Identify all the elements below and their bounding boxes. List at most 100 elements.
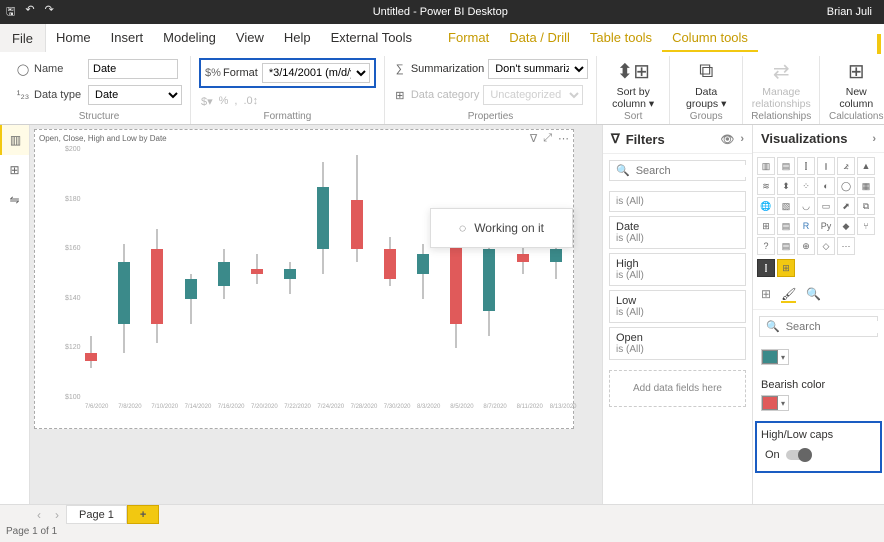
new-page-button[interactable]: + <box>127 505 159 524</box>
viz-paginated-icon[interactable]: ▤ <box>777 237 795 255</box>
viz-filled-map-icon[interactable]: ▧ <box>777 197 795 215</box>
tab-view[interactable]: View <box>226 24 274 52</box>
format-select[interactable]: *3/14/2001 (m/d/yyy <box>262 63 370 83</box>
new-column-button[interactable]: ⊞ Newcolumn <box>828 56 884 111</box>
format-tab-icon[interactable]: 🖌 <box>781 287 796 303</box>
report-canvas[interactable]: Open, Close, High and Low by Date ∇ ⤢ ⋯ … <box>30 125 602 504</box>
viz-clustered-column-icon[interactable]: ⫾ <box>817 157 835 175</box>
report-view-icon: ▥ <box>10 133 21 147</box>
status-text: Page 1 of 1 <box>6 526 57 537</box>
viz-card-icon[interactable]: ▭ <box>817 197 835 215</box>
tab-home[interactable]: Home <box>46 24 101 52</box>
currency-icon[interactable]: $▾ <box>201 95 213 108</box>
viz-waterfall-icon[interactable]: ⬍ <box>777 177 795 195</box>
viz-python-icon[interactable]: Py <box>817 217 835 235</box>
page-prev-button[interactable]: ‹ <box>30 508 48 522</box>
focus-mode-icon[interactable]: ⤢ <box>543 132 552 145</box>
tab-modeling[interactable]: Modeling <box>153 24 226 52</box>
comma-icon[interactable]: , <box>234 95 237 107</box>
tab-insert[interactable]: Insert <box>101 24 154 52</box>
filter-dropzone[interactable]: Add data fields here <box>609 370 746 407</box>
viz-pie-icon[interactable]: ◐ <box>817 177 835 195</box>
viz-custom-icon[interactable]: ⊞ <box>777 259 795 277</box>
summarization-select[interactable]: Don't summarize <box>488 59 588 79</box>
viz-decomposition-icon[interactable]: ⑂ <box>857 217 875 235</box>
analytics-tab-icon[interactable]: 🔍 <box>806 287 821 303</box>
file-tab[interactable]: File <box>0 24 46 52</box>
data-groups-button[interactable]: ⧉ Datagroups ▾ <box>678 56 734 111</box>
viz-key-influencers-icon[interactable]: ◆ <box>837 217 855 235</box>
filter-card[interactable]: is (All) <box>609 191 746 212</box>
data-view-icon: ⊞ <box>9 163 19 177</box>
tab-table-tools[interactable]: Table tools <box>580 24 662 52</box>
viz-search-input[interactable] <box>786 321 884 333</box>
tab-format[interactable]: Format <box>438 24 499 52</box>
viz-qa-icon[interactable]: ? <box>757 237 775 255</box>
percent-icon[interactable]: % <box>219 95 229 107</box>
manage-relationships-button: ⇄ Managerelationships <box>753 56 809 111</box>
filter-icon[interactable]: ∇ <box>530 132 537 145</box>
tab-column-tools[interactable]: Column tools <box>662 24 758 52</box>
filters-icon: ∇ <box>611 131 620 147</box>
viz-clustered-bar-icon[interactable]: ▤ <box>777 157 795 175</box>
x-axis-label: 7/24/2020 <box>317 404 347 410</box>
viz-r-script-icon[interactable]: R <box>797 217 815 235</box>
filters-collapse-icon[interactable]: › <box>740 133 744 145</box>
sort-by-column-button[interactable]: ⬍⊞ Sort bycolumn ▾ <box>605 56 661 111</box>
viz-scatter-icon[interactable]: ⁘ <box>797 177 815 195</box>
y-axis-label: $200 <box>65 146 81 153</box>
viz-line-icon[interactable]: ⦨ <box>837 157 855 175</box>
tab-external-tools[interactable]: External Tools <box>321 24 422 52</box>
viz-gauge-icon[interactable]: ◡ <box>797 197 815 215</box>
groups-group-label: Groups <box>690 111 723 124</box>
viz-map-icon[interactable]: 🌐 <box>757 197 775 215</box>
model-view-button[interactable]: ⇋ <box>0 185 29 215</box>
viz-kpi-icon[interactable]: ⬈ <box>837 197 855 215</box>
save-icon[interactable]: 🖫 <box>6 3 15 22</box>
page-next-button[interactable]: › <box>48 508 66 522</box>
fields-tab-icon[interactable]: ⊞ <box>761 287 771 303</box>
tab-data-drill[interactable]: Data / Drill <box>499 24 580 52</box>
bearish-color-picker[interactable]: ▾ <box>761 395 789 411</box>
datatype-select[interactable]: Date <box>88 85 182 105</box>
user-name[interactable]: Brian Juli <box>827 6 878 18</box>
viz-matrix-icon[interactable]: ▤ <box>777 217 795 235</box>
viz-table-icon[interactable]: ⊞ <box>757 217 775 235</box>
x-axis-label: 8/3/2020 <box>417 404 447 410</box>
viz-area-icon[interactable]: ▲ <box>857 157 875 175</box>
page-tab-1[interactable]: Page 1 <box>66 505 127 524</box>
redo-icon[interactable]: ↷ <box>45 3 54 22</box>
candlestick-visual[interactable]: Open, Close, High and Low by Date ∇ ⤢ ⋯ … <box>34 129 574 429</box>
bullish-color-picker[interactable]: ▾ <box>761 349 789 365</box>
filter-field-name: High <box>616 258 739 270</box>
filters-view-icon[interactable]: 👁 <box>720 133 734 146</box>
viz-donut-icon[interactable]: ◯ <box>837 177 855 195</box>
data-view-button[interactable]: ⊞ <box>0 155 29 185</box>
viz-more-icon[interactable]: ⋯ <box>837 237 855 255</box>
filter-card[interactable]: Dateis (All) <box>609 216 746 249</box>
viz-stacked-bar-icon[interactable]: ▥ <box>757 157 775 175</box>
visualizations-collapse-icon[interactable]: › <box>872 133 876 145</box>
format-icon: $% <box>205 67 219 79</box>
relationships-group-label: Relationships <box>751 111 811 124</box>
decimals-icon[interactable]: .0↕ <box>243 95 258 107</box>
viz-candlestick-icon[interactable]: ⫿ <box>757 259 775 277</box>
filter-card[interactable]: Highis (All) <box>609 253 746 286</box>
undo-icon[interactable]: ↶ <box>25 3 34 22</box>
more-options-icon[interactable]: ⋯ <box>558 132 569 145</box>
filter-card[interactable]: Lowis (All) <box>609 290 746 323</box>
filters-search[interactable]: 🔍 <box>609 160 746 181</box>
report-view-button[interactable]: ▥ <box>0 125 29 155</box>
highlow-caps-toggle[interactable] <box>786 450 810 460</box>
viz-powerapps-icon[interactable]: ◇ <box>817 237 835 255</box>
bearish-color-section: Bearish color ▾ <box>753 373 884 419</box>
viz-stacked-column-icon[interactable]: ⫿ <box>797 157 815 175</box>
filter-card[interactable]: Openis (All) <box>609 327 746 360</box>
tab-help[interactable]: Help <box>274 24 321 52</box>
viz-arcgis-icon[interactable]: ⊕ <box>797 237 815 255</box>
viz-treemap-icon[interactable]: ▦ <box>857 177 875 195</box>
viz-ribbon-icon[interactable]: ≋ <box>757 177 775 195</box>
viz-slicer-icon[interactable]: ⧉ <box>857 197 875 215</box>
name-input[interactable] <box>88 59 178 79</box>
viz-search[interactable]: 🔍 <box>759 316 878 337</box>
